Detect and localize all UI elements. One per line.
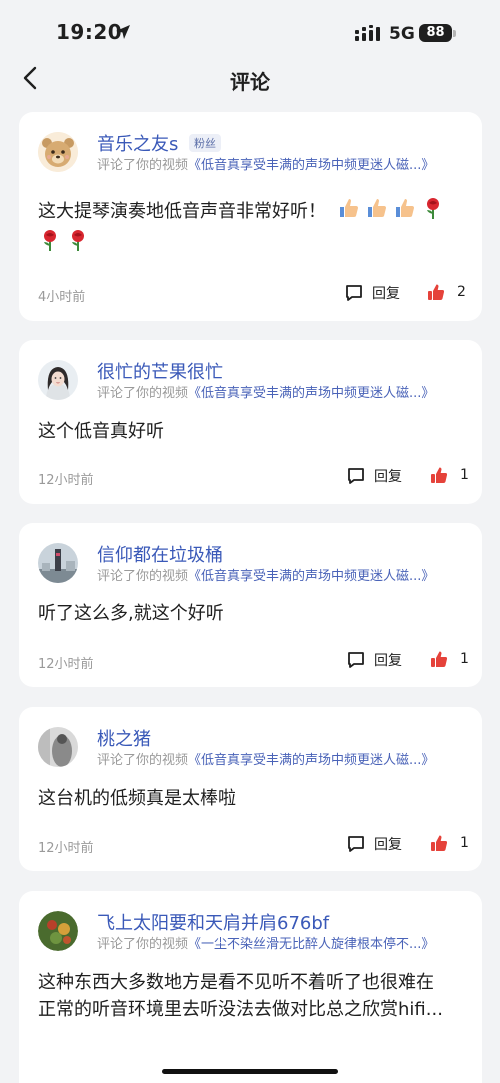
action-line: 评论了你的视频《低音真享受丰满的声场中频更迷人磁...》 bbox=[97, 154, 434, 173]
reply-button[interactable]: 回复 bbox=[345, 283, 400, 303]
username[interactable]: 桃之猪 bbox=[97, 725, 151, 751]
thumbs-up-icon bbox=[428, 284, 445, 300]
reply-button[interactable]: 回复 bbox=[347, 466, 402, 486]
comment-text: 听了这么多,就这个好听 bbox=[38, 603, 224, 624]
comment-time: 12小时前 bbox=[38, 841, 94, 856]
page-title: 评论 bbox=[230, 70, 270, 94]
action-line: 评论了你的视频《一尘不染丝滑无比醉人旋律根本停不...》 bbox=[97, 933, 434, 952]
rose-emoji-icon bbox=[72, 230, 84, 251]
avatar[interactable] bbox=[38, 911, 78, 951]
location-arrow-icon bbox=[116, 25, 130, 39]
comment-text-line2: 正常的听音环境里去听没法去做对比总之欣赏hifi... bbox=[38, 999, 443, 1020]
emoji-row-2 bbox=[38, 228, 94, 252]
reply-label: 回复 bbox=[374, 469, 402, 485]
video-title-link[interactable]: 《一尘不染丝滑无比醉人旋律根本停不...》 bbox=[188, 937, 434, 952]
fan-badge: 粉丝 bbox=[189, 134, 221, 152]
comment-card[interactable]: 音乐之友s 粉丝 评论了你的视频《低音真享受丰满的声场中频更迷人磁...》 这大… bbox=[19, 112, 482, 321]
like-count: 1 bbox=[460, 835, 469, 851]
like-button[interactable]: 1 bbox=[430, 650, 469, 668]
avatar[interactable] bbox=[38, 360, 78, 400]
thumbs-up-emoji-icon bbox=[368, 199, 386, 217]
reply-bubble-icon bbox=[348, 468, 364, 484]
thumbs-up-icon bbox=[431, 651, 448, 667]
username[interactable]: 音乐之友s bbox=[97, 130, 178, 156]
username[interactable]: 信仰都在垃圾桶 bbox=[97, 541, 223, 567]
username[interactable]: 飞上太阳要和天肩并肩676bf bbox=[97, 909, 329, 935]
reply-label: 回复 bbox=[372, 286, 400, 302]
action-prefix: 评论了你的视频 bbox=[97, 158, 189, 173]
comment-card[interactable]: 飞上太阳要和天肩并肩676bf 评论了你的视频《一尘不染丝滑无比醉人旋律根本停不… bbox=[19, 891, 482, 1083]
thumbs-up-icon bbox=[431, 835, 448, 851]
action-line: 评论了你的视频《低音真享受丰满的声场中频更迷人磁...》 bbox=[97, 749, 434, 768]
battery-tip bbox=[453, 30, 456, 37]
food-avatar-icon bbox=[38, 911, 78, 951]
like-count: 1 bbox=[460, 651, 469, 667]
home-indicator[interactable] bbox=[162, 1069, 338, 1074]
action-line: 评论了你的视频《低音真享受丰满的声场中频更迷人磁...》 bbox=[97, 565, 434, 584]
video-title-link[interactable]: 《低音真享受丰满的声场中频更迷人磁...》 bbox=[188, 753, 434, 768]
comment-time: 12小时前 bbox=[38, 657, 94, 672]
username[interactable]: 很忙的芒果很忙 bbox=[97, 358, 223, 384]
comment-time: 12小时前 bbox=[38, 473, 94, 488]
like-button[interactable]: 1 bbox=[430, 466, 469, 484]
avatar[interactable] bbox=[38, 727, 78, 767]
like-button[interactable]: 2 bbox=[427, 283, 466, 301]
avatar[interactable] bbox=[38, 132, 78, 172]
action-prefix: 评论了你的视频 bbox=[97, 386, 189, 401]
action-line: 评论了你的视频《低音真享受丰满的声场中频更迷人磁...》 bbox=[97, 382, 434, 401]
reply-button[interactable]: 回复 bbox=[347, 650, 402, 670]
scene-avatar-icon bbox=[38, 543, 78, 583]
video-title-link[interactable]: 《低音真享受丰满的声场中频更迷人磁...》 bbox=[188, 158, 434, 173]
like-count: 1 bbox=[460, 467, 469, 483]
reply-bubble-icon bbox=[348, 652, 364, 668]
thumbs-up-icon bbox=[431, 467, 448, 483]
like-button[interactable]: 1 bbox=[430, 834, 469, 852]
comment-card[interactable]: 信仰都在垃圾桶 评论了你的视频《低音真享受丰满的声场中频更迷人磁...》 听了这… bbox=[19, 523, 482, 687]
comment-card[interactable]: 很忙的芒果很忙 评论了你的视频《低音真享受丰满的声场中频更迷人磁...》 这个低… bbox=[19, 340, 482, 504]
girl-avatar-icon bbox=[38, 360, 78, 400]
avatar[interactable] bbox=[38, 543, 78, 583]
like-count: 2 bbox=[457, 284, 466, 300]
comment-card[interactable]: 桃之猪 评论了你的视频《低音真享受丰满的声场中频更迷人磁...》 这台机的低频真… bbox=[19, 707, 482, 871]
nav-bar: 评论 bbox=[0, 56, 500, 100]
bear-avatar-icon bbox=[38, 132, 78, 172]
rose-emoji-icon bbox=[427, 198, 439, 219]
comment-text: 这台机的低频真是太棒啦 bbox=[38, 788, 236, 809]
reply-bubble-icon bbox=[348, 836, 364, 852]
rose-emoji-icon bbox=[44, 230, 56, 251]
reply-label: 回复 bbox=[374, 837, 402, 853]
action-prefix: 评论了你的视频 bbox=[97, 569, 189, 584]
status-time: 19:20 bbox=[56, 20, 123, 44]
comment-time: 4小时前 bbox=[38, 290, 86, 305]
emoji-row bbox=[337, 196, 449, 220]
signal-icon bbox=[355, 25, 380, 41]
battery-icon: 88 bbox=[419, 24, 452, 42]
status-bar: 19:20 5G 88 bbox=[0, 0, 500, 56]
thumbs-up-emoji-icon bbox=[396, 199, 414, 217]
network-label: 5G bbox=[389, 24, 415, 44]
reply-bubble-icon bbox=[346, 285, 362, 301]
action-prefix: 评论了你的视频 bbox=[97, 937, 189, 952]
video-title-link[interactable]: 《低音真享受丰满的声场中频更迷人磁...》 bbox=[188, 569, 434, 584]
comment-text: 这个低音真好听 bbox=[38, 421, 164, 442]
video-title-link[interactable]: 《低音真享受丰满的声场中频更迷人磁...》 bbox=[188, 386, 434, 401]
reply-label: 回复 bbox=[374, 653, 402, 669]
reply-button[interactable]: 回复 bbox=[347, 834, 402, 854]
action-prefix: 评论了你的视频 bbox=[97, 753, 189, 768]
thumbs-up-emoji-icon bbox=[340, 199, 358, 217]
photo-avatar-icon bbox=[38, 727, 78, 767]
